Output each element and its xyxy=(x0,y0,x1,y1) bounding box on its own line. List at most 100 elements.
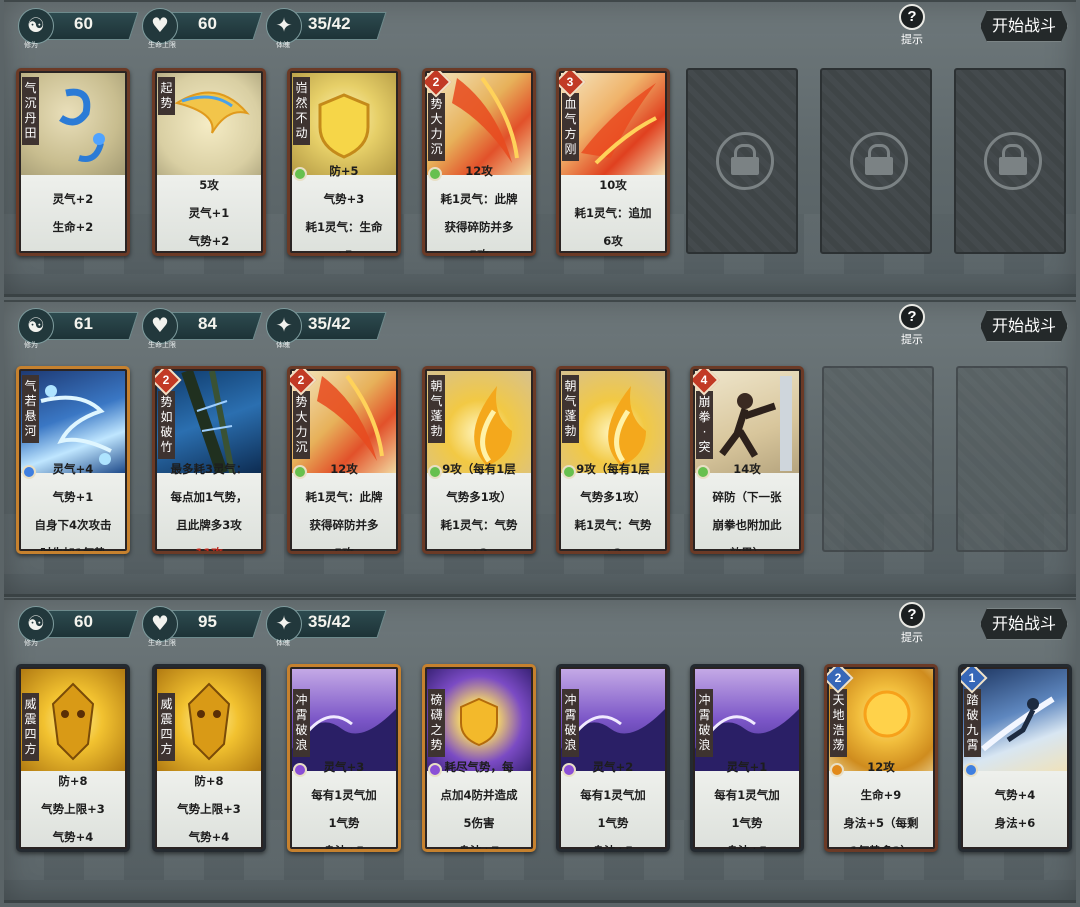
hp-caption: 生命上限 xyxy=(148,341,176,349)
hp-value: 84 xyxy=(198,314,217,333)
card[interactable]: 2 势大力沉 12攻 耗1灵气：此牌 获得碎防并多 5攻 xyxy=(422,68,536,256)
card[interactable]: 2 势如破竹 最多耗3灵气： 每点加1气势， 且此牌多3攻 11攻 xyxy=(152,366,266,554)
card-description: 灵气+2 每有1灵气加 1气势 身法+5 xyxy=(561,760,665,849)
card-description: 14攻 碎防（下一张 崩拳也附加此 效果） xyxy=(695,462,799,551)
card-description: 9攻（每有1层 气势多1攻） 耗1灵气：气势 +2 xyxy=(427,462,531,551)
card[interactable]: 2 天地浩荡 12攻 生命+9 身法+5（每剩 1气势多2） xyxy=(824,664,938,852)
card-gem xyxy=(830,763,844,777)
card-description: 12攻 耗1灵气：此牌 获得碎防并多 5攻 xyxy=(292,462,396,551)
card-description: 防+8 气势上限+3 气势+4 xyxy=(21,771,125,847)
question-icon: ? xyxy=(899,4,925,30)
locked-slot xyxy=(954,68,1066,254)
card-title: 冲霄破浪 xyxy=(562,689,579,757)
empty-slot xyxy=(822,366,934,552)
start-battle-button[interactable]: 开始战斗 xyxy=(980,310,1068,342)
deck-panel-3: ☯ 60 修为 ♥ 95 生命上限 ✦ 35/42 体魄 ? 提示 开始战斗 威… xyxy=(4,598,1076,903)
card-title: 气沉丹田 xyxy=(22,77,39,145)
card-description: 灵气+1 每有1灵气加 1气势 身法+5 xyxy=(695,760,799,849)
card-gem xyxy=(22,465,36,479)
hint-button[interactable]: ? 提示 xyxy=(892,602,932,645)
hp-caption: 生命上限 xyxy=(148,639,176,647)
card-title: 威震四方 xyxy=(22,693,39,761)
deck-panel-1: ☯ 60 修为 ♥ 60 生命上限 ✦ 35/42 体魄 ? 提示 开始战斗 气… xyxy=(4,0,1076,297)
deck-panel-2: ☯ 61 修为 ♥ 84 生命上限 ✦ 35/42 体魄 ? 提示 开始战斗 气… xyxy=(4,300,1076,597)
card-gem xyxy=(428,465,442,479)
card-title: 冲霄破浪 xyxy=(696,689,713,757)
card-title: 朝气蓬勃 xyxy=(562,375,579,443)
card-gem xyxy=(293,465,307,479)
card-title: 磅礴之势 xyxy=(428,689,445,757)
card[interactable]: 冲霄破浪 灵气+1 每有1灵气加 1气势 身法+5 xyxy=(690,664,804,852)
card[interactable]: 气沉丹田 灵气+2 生命+2 xyxy=(16,68,130,256)
card[interactable]: 朝气蓬勃 9攻（每有1层 气势多1攻） 耗1灵气：气势 +2 xyxy=(422,366,536,554)
card-description: 10攻 耗1灵气：追加 6攻 xyxy=(561,175,665,251)
lock-icon xyxy=(984,132,1042,190)
heart-icon: ♥ xyxy=(142,308,178,344)
card[interactable]: 2 势大力沉 12攻 耗1灵气：此牌 获得碎防并多 5攻 xyxy=(287,366,401,554)
card[interactable]: 磅礴之势 耗尽气势，每 点加4防并造成 5伤害 身法+7 xyxy=(422,664,536,852)
card-gem xyxy=(293,167,307,181)
card[interactable]: 气若悬河 灵气+4 气势+1 自身下4次攻击 时先加1气势 xyxy=(16,366,130,554)
card-gem xyxy=(562,465,576,479)
card-description: 灵气+4 气势+1 自身下4次攻击 时先加1气势 xyxy=(21,462,125,551)
card-title: 气若悬河 xyxy=(22,375,39,443)
card-gem xyxy=(696,465,710,479)
card-gem xyxy=(428,167,442,181)
card-title: 踏破九霄 xyxy=(964,689,981,757)
heart-icon: ♥ xyxy=(142,606,178,642)
start-battle-button[interactable]: 开始战斗 xyxy=(980,10,1068,42)
card[interactable]: 威震四方 防+8 气势上限+3 气势+4 xyxy=(16,664,130,852)
lock-icon xyxy=(716,132,774,190)
card-title: 崩拳·突 xyxy=(696,391,713,459)
locked-slot xyxy=(686,68,798,254)
card-title: 势大力沉 xyxy=(293,391,310,459)
card-description: 12攻 耗1灵气：此牌 获得碎防并多 5攻 xyxy=(427,164,531,253)
card-title: 起势 xyxy=(158,77,175,115)
card-description: 防+5 气势+3 耗1灵气：生命 +5 xyxy=(292,164,396,253)
card-title: 势大力沉 xyxy=(428,93,445,161)
card[interactable]: 朝气蓬勃 9攻（每有1层 气势多1攻） 耗1灵气：气势 +2 xyxy=(556,366,670,554)
card-description: 灵气+3 每有1灵气加 1气势 身法+5 xyxy=(292,760,396,849)
card[interactable]: 威震四方 防+8 气势上限+3 气势+4 xyxy=(152,664,266,852)
card-title: 天地浩荡 xyxy=(830,689,847,757)
start-battle-button[interactable]: 开始战斗 xyxy=(980,608,1068,640)
card-title: 岿然不动 xyxy=(293,77,310,145)
hp-caption: 生命上限 xyxy=(148,41,176,49)
cultivation-value: 60 xyxy=(74,14,93,33)
muscle-icon: ✦ xyxy=(266,606,302,642)
meditation-icon: ☯ xyxy=(18,308,54,344)
card-gem xyxy=(293,763,307,777)
empty-slot xyxy=(956,366,1068,552)
hint-label: 提示 xyxy=(901,333,923,346)
card-description: 最多耗3灵气： 每点加1气势， 且此牌多3攻 11攻 xyxy=(157,462,261,551)
card[interactable]: 岿然不动 防+5 气势+3 耗1灵气：生命 +5 xyxy=(287,68,401,256)
hint-button[interactable]: ? 提示 xyxy=(892,4,932,47)
physique-value: 35/42 xyxy=(308,314,351,333)
card-description: 灵气+2 生命+2 xyxy=(21,175,125,251)
card[interactable]: 1 踏破九霄 气势+4 身法+6 xyxy=(958,664,1072,852)
card[interactable]: 冲霄破浪 灵气+2 每有1灵气加 1气势 身法+5 xyxy=(556,664,670,852)
hp-value: 95 xyxy=(198,612,217,631)
card-title: 朝气蓬勃 xyxy=(428,375,445,443)
card-gem xyxy=(428,763,442,777)
physique-value: 35/42 xyxy=(308,14,351,33)
card-description: 12攻 生命+9 身法+5（每剩 1气势多2） xyxy=(829,760,933,849)
meditation-icon: ☯ xyxy=(18,606,54,642)
cultivation-caption: 修为 xyxy=(24,639,38,647)
card-title: 血气方刚 xyxy=(562,93,579,161)
card-description: 防+8 气势上限+3 气势+4 xyxy=(157,771,261,847)
card[interactable]: 起势 5攻 灵气+1 气势+2 xyxy=(152,68,266,256)
card[interactable]: 4 崩拳·突 14攻 碎防（下一张 崩拳也附加此 效果） xyxy=(690,366,804,554)
card[interactable]: 冲霄破浪 灵气+3 每有1灵气加 1气势 身法+5 xyxy=(287,664,401,852)
physique-caption: 体魄 xyxy=(276,41,290,49)
card-title: 势如破竹 xyxy=(158,391,175,459)
card[interactable]: 3 血气方刚 10攻 耗1灵气：追加 6攻 xyxy=(556,68,670,256)
card-description: 耗尽气势，每 点加4防并造成 5伤害 身法+7 xyxy=(427,760,531,849)
hint-label: 提示 xyxy=(901,33,923,46)
hint-button[interactable]: ? 提示 xyxy=(892,304,932,347)
lock-icon xyxy=(850,132,908,190)
card-description: 9攻（每有1层 气势多1攻） 耗1灵气：气势 +2 xyxy=(561,462,665,551)
muscle-icon: ✦ xyxy=(266,8,302,44)
hint-label: 提示 xyxy=(901,631,923,644)
question-icon: ? xyxy=(899,304,925,330)
